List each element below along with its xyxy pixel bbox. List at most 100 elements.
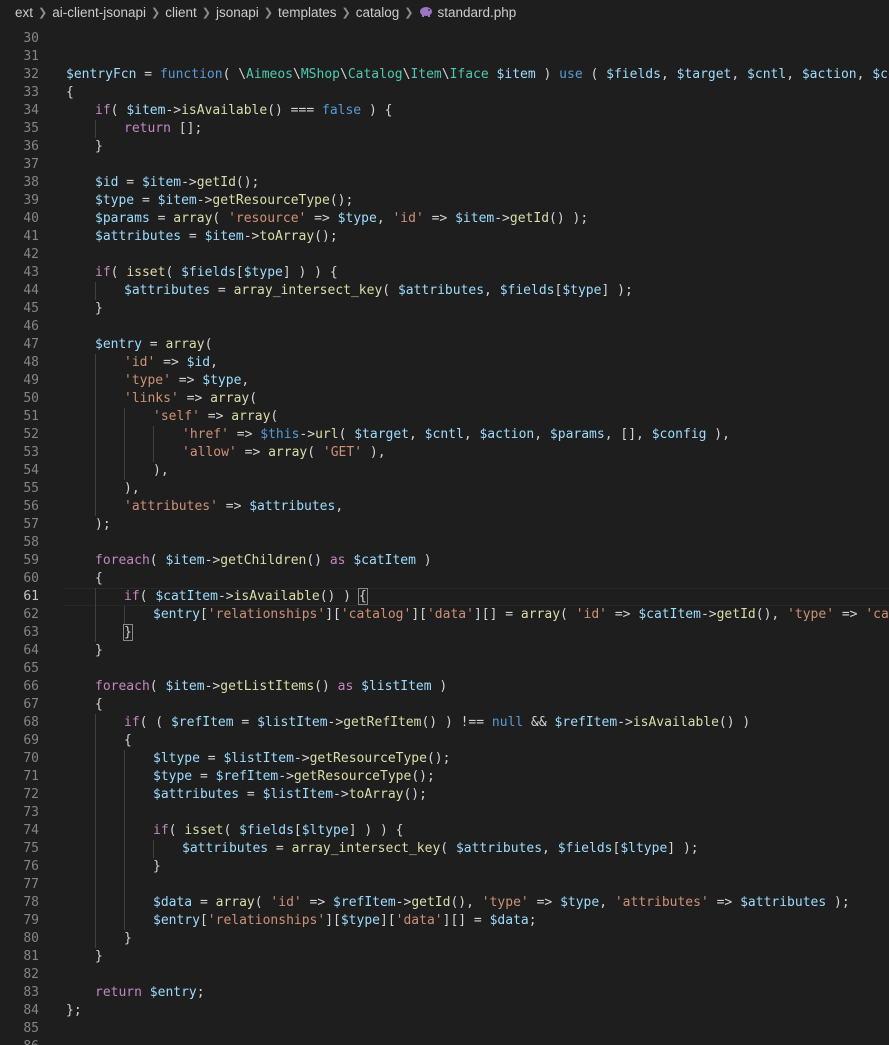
code-line[interactable]: 66 foreach( $item->getListItems() as $lis…	[0, 678, 889, 696]
indent-guide	[95, 804, 96, 822]
breadcrumb-file[interactable]: standard.php	[419, 5, 516, 20]
code-line[interactable]: 50 'links' => array(	[0, 390, 889, 408]
code-line[interactable]: 75 $attributes = array_intersect_key( $at…	[0, 840, 889, 858]
code-line[interactable]: 63}	[0, 624, 889, 642]
code-line[interactable]: 77	[0, 876, 889, 894]
code-token: array	[215, 895, 255, 910]
code-token: ()	[314, 679, 338, 694]
code-line[interactable]: 59 foreach( $item->getChildren() as $catI…	[0, 552, 889, 570]
code-token: 'type'	[787, 607, 835, 622]
code-text: {	[95, 570, 103, 588]
code-token: }	[124, 931, 132, 946]
code-token: ->	[243, 229, 260, 244]
indent-guide	[95, 822, 96, 840]
code-text: 'attributes' => $attributes,	[124, 498, 343, 516]
code-line[interactable]: 82	[0, 966, 889, 984]
code-line[interactable]: 35 return [];	[0, 120, 889, 138]
code-text: }	[95, 300, 103, 318]
code-line[interactable]: 55),	[0, 480, 889, 498]
code-text: if( ( $refItem = $listItem->getRefItem()…	[124, 714, 750, 732]
code-line[interactable]: 70 $ltype = $listItem->getResourceType();	[0, 750, 889, 768]
code-token: 'attributes'	[124, 499, 218, 514]
code-line[interactable]: 65	[0, 660, 889, 678]
code-line[interactable]: 60 {	[0, 570, 889, 588]
code-token: $attributes	[124, 283, 211, 298]
line-number: 63	[23, 625, 39, 640]
code-line[interactable]: 56 'attributes' => $attributes,	[0, 498, 889, 516]
code-text: {	[124, 732, 132, 750]
code-line[interactable]: 48 'id' => $id,	[0, 354, 889, 372]
breadcrumb-item-ext[interactable]: ext	[15, 5, 33, 20]
code-line[interactable]: 76}	[0, 858, 889, 876]
code-line[interactable]: 72 $attributes = $listItem->toArray();	[0, 786, 889, 804]
code-line[interactable]: 79 $entry['relationships'][$type]['data']…	[0, 912, 889, 930]
code-line[interactable]: 52'href' => $this->url( $target, $cntl, …	[0, 426, 889, 444]
code-line[interactable]: 36}	[0, 138, 889, 156]
code-token: $item	[496, 67, 536, 82]
code-line[interactable]: 68 if( ( $refItem = $listItem->getRefItem…	[0, 714, 889, 732]
breadcrumb-item-catalog[interactable]: catalog	[356, 5, 400, 20]
breadcrumb-item-ai-client-jsonapi[interactable]: ai-client-jsonapi	[52, 5, 146, 20]
code-line[interactable]: 80}	[0, 930, 889, 948]
code-token: isAvailable	[233, 589, 320, 604]
code-line[interactable]: 44 $attributes = array_intersect_key( $at…	[0, 282, 889, 300]
code-line[interactable]: 42	[0, 246, 889, 264]
code-line[interactable]: 45}	[0, 300, 889, 318]
code-line[interactable]: 62 $entry['relationships']['catalog']['da…	[0, 606, 889, 624]
code-token: $attributes	[740, 895, 827, 910]
breadcrumb-item-templates[interactable]: templates	[278, 5, 337, 20]
code-line[interactable]: 40 $params = array( 'resource' => $type, …	[0, 210, 889, 228]
code-line[interactable]: 46	[0, 318, 889, 336]
code-line[interactable]: 86	[0, 1038, 889, 1045]
code-text: {	[66, 84, 74, 102]
code-line[interactable]: 71 $type = $refItem->getResourceType();	[0, 768, 889, 786]
code-line[interactable]: 61 if( $catItem->isAvailable() ) {	[0, 588, 889, 606]
code-line[interactable]: 41 $attributes = $item->toArray();	[0, 228, 889, 246]
code-line[interactable]: 31	[0, 48, 889, 66]
breadcrumb-item-jsonapi[interactable]: jsonapi	[216, 5, 259, 20]
code-line[interactable]: 32 $entryFcn = function( \Aimeos\MShop\Ca…	[0, 66, 889, 84]
code-token: ),	[153, 463, 169, 478]
code-token: isAvailable	[632, 715, 719, 730]
code-token: =	[210, 283, 234, 298]
code-line[interactable]: 64}	[0, 642, 889, 660]
code-token: ->	[165, 103, 182, 118]
breadcrumb-item-client[interactable]: client	[165, 5, 197, 20]
code-line[interactable]: 39 $type = $item->getResourceType();	[0, 192, 889, 210]
code-line[interactable]: 73	[0, 804, 889, 822]
code-line[interactable]: 54),	[0, 462, 889, 480]
code-line[interactable]: 34 if( $item->isAvailable() === false ) {	[0, 102, 889, 120]
code-token: getResourceType	[212, 193, 330, 208]
code-line[interactable]: 84};	[0, 1002, 889, 1020]
line-number: 32	[23, 67, 39, 82]
line-number: 42	[23, 247, 39, 262]
code-line[interactable]: 51 'self' => array(	[0, 408, 889, 426]
code-line[interactable]: 43 if( isset( $fields[$type] ) ) {	[0, 264, 889, 282]
code-line[interactable]: 67 {	[0, 696, 889, 714]
indent-guide	[124, 750, 125, 768]
code-line[interactable]: 69 {	[0, 732, 889, 750]
code-line[interactable]: 58	[0, 534, 889, 552]
code-line[interactable]: 74 if( isset( $fields[$ltype] ) ) {	[0, 822, 889, 840]
code-line[interactable]: 85	[0, 1020, 889, 1038]
code-line[interactable]: 38 $id = $item->getId();	[0, 174, 889, 192]
code-line[interactable]: 78 $data = array( 'id' => $refItem->getId…	[0, 894, 889, 912]
code-token: {	[95, 697, 103, 712]
code-token: $listItem	[257, 715, 328, 730]
code-token: ->	[333, 787, 349, 802]
code-line[interactable]: 57);	[0, 516, 889, 534]
code-line[interactable]: 33 {	[0, 84, 889, 102]
code-line[interactable]: 30	[0, 30, 889, 48]
code-token: if	[124, 589, 140, 604]
code-line[interactable]: 47 $entry = array(	[0, 336, 889, 354]
code-token: ][	[325, 913, 341, 928]
code-line[interactable]: 49 'type' => $type,	[0, 372, 889, 390]
code-token: (	[149, 553, 166, 568]
code-line[interactable]: 53 'allow' => array( 'GET' ),	[0, 444, 889, 462]
code-line[interactable]: 37	[0, 156, 889, 174]
code-line[interactable]: 81}	[0, 948, 889, 966]
code-editor[interactable]: 30 31 32 $entryFcn = function( \Aimeos\MSho…	[0, 27, 889, 1045]
code-token: $cntl	[747, 67, 787, 82]
code-line[interactable]: 83 return $entry;	[0, 984, 889, 1002]
indent-guide	[95, 588, 96, 606]
